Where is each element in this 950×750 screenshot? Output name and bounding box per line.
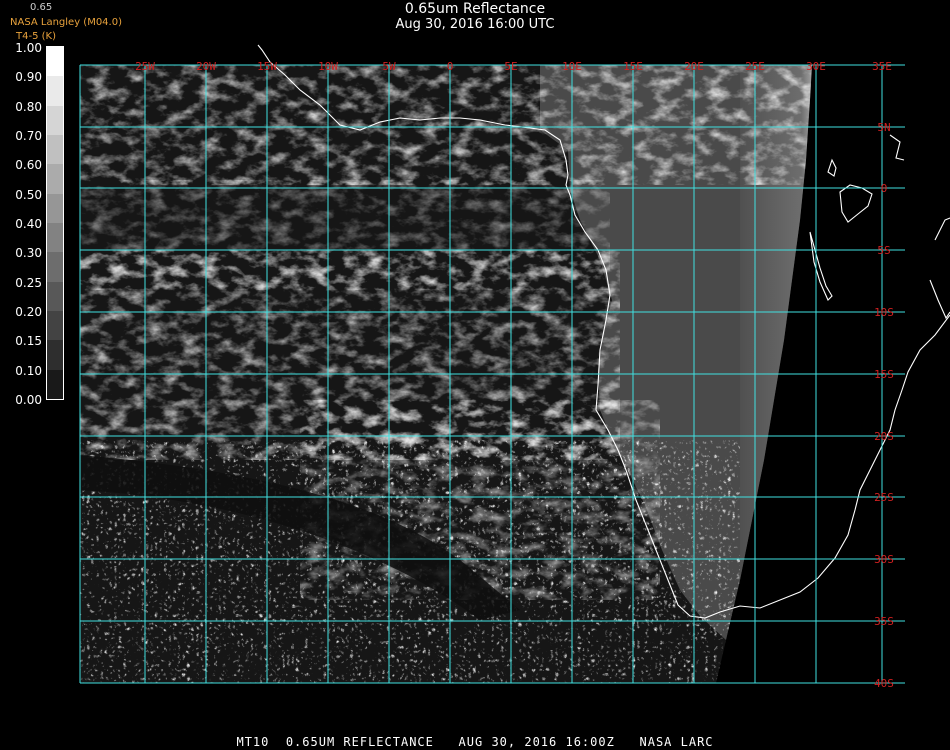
longitude-label: 5E <box>504 60 517 73</box>
longitude-label: 0 <box>447 60 454 73</box>
longitude-label: 10W <box>318 60 338 73</box>
latitude-label: 15S <box>874 368 894 381</box>
longitude-label: 30E <box>806 60 826 73</box>
longitude-label: 25W <box>135 60 155 73</box>
longitude-label: 15W <box>257 60 277 73</box>
latitude-label: 30S <box>874 553 894 566</box>
latitude-label: 20S <box>874 430 894 443</box>
latitude-label: 25S <box>874 491 894 504</box>
latitude-label: 5S <box>877 244 890 257</box>
latitude-label: 5N <box>877 121 890 134</box>
longitude-label: 20W <box>196 60 216 73</box>
longitude-label: 5W <box>382 60 396 73</box>
longitude-label: 10E <box>562 60 582 73</box>
longitude-label: 25E <box>745 60 765 73</box>
longitude-label: 15E <box>623 60 643 73</box>
latitude-label: 0 <box>881 182 888 195</box>
satellite-map: 25W 20W 15W 10W 5W 0 5E 10E 15E 20E 25E 30E 35E 5N05… <box>79 44 950 690</box>
latitude-labels: 5N 0 5S 10S 15S 20S 25S 30S 35S 40S <box>874 121 894 690</box>
latitude-label: 10S <box>874 306 894 319</box>
latitude-label: 40S <box>874 677 894 690</box>
longitude-label: 20E <box>684 60 704 73</box>
coastline-east-africa <box>889 134 950 320</box>
longitude-label: 35E <box>872 60 892 73</box>
latitude-label: 35S <box>874 615 894 628</box>
footer-caption: MT10 0.65UM REFLECTANCE AUG 30, 2016 16:… <box>236 735 714 749</box>
coastline-lake-tanganyika <box>809 231 833 301</box>
coastline-lake-albert <box>827 158 837 177</box>
coastline-lake-victoria <box>839 184 873 223</box>
